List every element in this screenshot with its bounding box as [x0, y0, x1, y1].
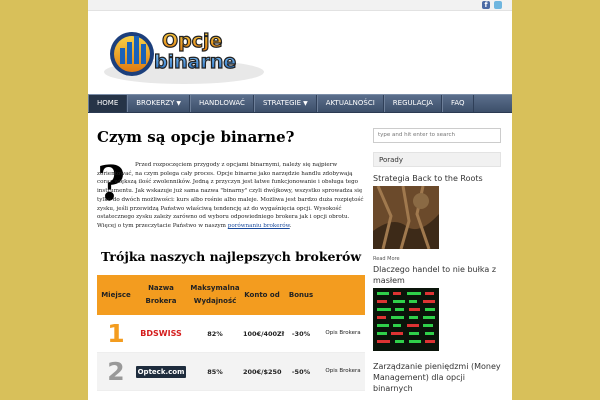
post-thumbnail[interactable]: [373, 287, 439, 351]
broker-cell: BDSWISS: [135, 327, 187, 340]
main-content: Czym są opcje binarne? ? Przed rozpoczęc…: [97, 128, 365, 391]
nav-faq[interactable]: FAQ: [441, 95, 474, 112]
nav-aktualnosci[interactable]: AKTUALNOŚCI: [316, 95, 384, 112]
site-logo[interactable]: Opcje binarne: [102, 20, 272, 88]
logo-text-bottom: binarne: [154, 51, 236, 73]
col-header-rank: Miejsce: [101, 290, 131, 299]
logo-text-top: Opcje: [162, 30, 222, 52]
col-header-broker: Nazwa Brokera: [145, 284, 177, 305]
section-title: Trójka naszych najlepszych brokerów: [101, 249, 362, 264]
site-header: Opcje binarne: [88, 12, 512, 92]
yield-cell: 85%: [207, 367, 223, 376]
broker-comparison-link[interactable]: porównaniu brokerów: [228, 223, 290, 229]
opteck-logo[interactable]: Opteck.com: [136, 365, 186, 378]
broker-cell: Opteck.com: [135, 365, 187, 378]
nav-brokerzy[interactable]: BROKERZY ▼: [127, 95, 190, 112]
bonus-cell: -50%: [291, 367, 311, 376]
rank-number: 2: [107, 357, 125, 386]
nav-handlowac-label: HANDLOWAĆ: [199, 99, 245, 107]
intro-text-end: .: [289, 222, 292, 229]
twitter-icon[interactable]: [494, 1, 502, 9]
nav-regulacja-label: REGULACJA: [392, 99, 433, 107]
nav-strategie-label: STRATEGIE: [262, 99, 302, 107]
col-header-account: Konto od: [244, 290, 280, 299]
nav-aktualnosci-label: AKTUALNOŚCI: [325, 99, 375, 107]
top-bar: f: [88, 0, 512, 11]
table-row: 2 Opteck.com 85% 200€/$250 -50% Opis Bro…: [97, 353, 365, 391]
nav-home[interactable]: HOME: [88, 95, 128, 112]
broker-review-link[interactable]: Opis Brokera: [321, 366, 365, 377]
col-header-bonus: Bonus: [288, 290, 314, 299]
bonus-cell: -30%: [291, 329, 311, 338]
chevron-down-icon: ▼: [303, 100, 308, 107]
facebook-icon[interactable]: f: [482, 1, 490, 9]
intro-paragraph: Przed rozpoczęciem przygody z opcjami bi…: [97, 161, 365, 231]
read-more-link[interactable]: Read More: [373, 256, 503, 262]
bdswiss-logo[interactable]: BDSWISS: [136, 327, 186, 340]
yield-cell: 82%: [207, 329, 223, 338]
nav-brokerzy-label: BROKERZY: [136, 99, 175, 107]
post-title[interactable]: Zarządzanie pieniędzmi (Money Management…: [373, 361, 503, 394]
post-title[interactable]: Dlaczego handel to nie bułka z masłem: [373, 264, 503, 286]
nav-home-label: HOME: [97, 99, 119, 107]
account-cell: 200€/$250: [243, 367, 282, 376]
table-header: Miejsce Nazwa Brokera Maksymalna Wydajno…: [97, 275, 365, 315]
post-thumbnail[interactable]: [373, 184, 439, 249]
broker-review-link[interactable]: Opis Brokera: [321, 328, 365, 339]
nav-faq-label: FAQ: [450, 99, 465, 107]
post-title[interactable]: Strategia Back to the Roots: [373, 173, 503, 184]
sidebar: Porady Strategia Back to the Roots Read …: [373, 121, 503, 394]
nav-handlowac[interactable]: HANDLOWAĆ: [190, 95, 254, 112]
intro-text: Przed rozpoczęciem przygody z opcjami bi…: [97, 162, 364, 229]
page-title: Czym są opcje binarne?: [97, 128, 295, 146]
main-nav: HOME BROKERZY ▼ HANDLOWAĆ STRATEGIE ▼ AKTU…: [88, 94, 512, 113]
nav-strategie[interactable]: STRATEGIE ▼: [253, 95, 317, 112]
table-row: 1 BDSWISS 82% 100€/400Zł -30% Opis Broke…: [97, 315, 365, 353]
widget-title: Porady: [373, 151, 501, 167]
col-header-link: [321, 275, 365, 315]
account-cell: 100€/400Zł: [243, 329, 285, 338]
col-header-yield: Maksymalna Wydajność: [190, 284, 240, 305]
search-input[interactable]: [373, 127, 501, 143]
rank-number: 1: [107, 319, 125, 348]
page-container: f Opcje binarne HOME BROKERZY ▼ HANDLOWA…: [88, 0, 512, 400]
nav-regulacja[interactable]: REGULACJA: [383, 95, 442, 112]
broker-table: Miejsce Nazwa Brokera Maksymalna Wydajno…: [97, 275, 365, 391]
chevron-down-icon: ▼: [176, 100, 181, 107]
